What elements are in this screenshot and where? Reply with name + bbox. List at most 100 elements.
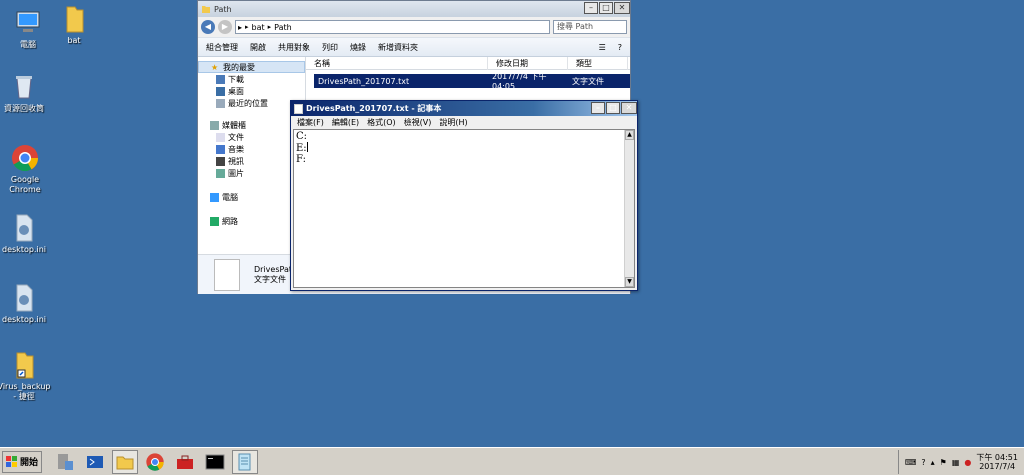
window-title: DrivesPath_201707.txt - 記事本	[306, 104, 442, 113]
column-modified[interactable]: 修改日期	[488, 56, 568, 70]
text-line-caret: E:	[296, 142, 632, 154]
folder-shortcut-icon	[16, 352, 34, 379]
minimize-button[interactable]: –	[591, 101, 605, 114]
help-icon[interactable]: ?	[618, 43, 622, 52]
server-manager-icon	[58, 453, 74, 470]
nav-recent[interactable]: 最近的位置	[198, 97, 305, 109]
help-icon[interactable]: ?	[921, 458, 925, 467]
clock-time: 下午 04:51	[976, 453, 1018, 462]
desktop-icon-desktop-ini-2[interactable]: desktop.ini	[0, 283, 52, 325]
column-name[interactable]: 名稱	[306, 56, 488, 70]
music-icon	[216, 144, 225, 154]
desktop-icon-label: 資源回收筒	[4, 104, 44, 113]
breadcrumb-bat[interactable]: bat	[252, 23, 265, 32]
taskbar-notepad[interactable]	[232, 449, 259, 474]
flag-icon[interactable]: ⚑	[940, 458, 947, 467]
nav-downloads[interactable]: 下載	[198, 73, 305, 85]
desktop-icon-chrome[interactable]: Google Chrome	[0, 143, 53, 195]
file-type: 文字文件	[572, 76, 604, 86]
search-input[interactable]: 搜尋 Path	[553, 20, 627, 34]
documents-icon	[216, 132, 225, 142]
clock[interactable]: 下午 04:51 2017/7/4	[976, 453, 1018, 471]
network-tray-icon[interactable]: ▦	[952, 458, 960, 467]
menu-file[interactable]: 檔案(F)	[297, 117, 324, 128]
taskbar-server-manager[interactable]	[52, 450, 78, 474]
recent-places-icon	[216, 98, 225, 108]
start-label: 開始	[20, 458, 39, 468]
system-tray: ⌨ ? ▴ ⚑ ▦ ● 下午 04:51 2017/7/4	[897, 450, 1024, 474]
start-button[interactable]: 開始	[2, 450, 43, 473]
breadcrumb-path[interactable]: Path	[274, 23, 292, 32]
star-icon: ★	[211, 62, 219, 72]
nav-favorites[interactable]: ★ 我的最愛	[198, 61, 305, 73]
powershell-icon	[87, 455, 104, 468]
menu-help[interactable]: 說明(H)	[439, 117, 467, 128]
back-button[interactable]: ◀	[201, 20, 215, 34]
nav-computer[interactable]: 電腦	[198, 191, 305, 203]
taskbar-explorer[interactable]	[112, 449, 139, 474]
desktop-icon-label: Google Chrome	[9, 175, 41, 194]
menu-bar: 檔案(F) 編輯(E) 格式(O) 檢視(V) 說明(H)	[291, 116, 637, 129]
open-button[interactable]: 開啟	[250, 42, 266, 53]
menu-view[interactable]: 檢視(V)	[404, 117, 432, 128]
text-line: F:	[296, 154, 306, 165]
notepad-icon	[238, 453, 251, 470]
desktop-icon-virus-backup-shortcut[interactable]: Virus_backup - 捷徑	[0, 350, 52, 402]
maximize-button[interactable]: □	[606, 101, 620, 114]
nav-desktop[interactable]: 桌面	[198, 85, 305, 97]
close-button[interactable]: ✕	[621, 101, 637, 114]
folder-icon	[202, 6, 210, 13]
desktop-icon-desktop-ini-1[interactable]: desktop.ini	[0, 213, 52, 255]
nav-documents[interactable]: 文件	[198, 131, 305, 143]
forward-button[interactable]: ▶	[218, 20, 232, 34]
nav-libraries[interactable]: 媒體櫃	[198, 119, 305, 131]
computer-icon	[210, 192, 219, 202]
print-button[interactable]: 列印	[322, 42, 338, 53]
nav-network[interactable]: 網路	[198, 215, 305, 227]
desktop-icon-bat[interactable]: bat	[46, 4, 102, 46]
text-editor[interactable]: C: E: F: ▲ ▼	[293, 129, 635, 288]
scroll-up-icon[interactable]: ▲	[625, 130, 634, 140]
file-name: DrivesPath_201707.txt	[318, 76, 410, 86]
scroll-down-icon[interactable]: ▼	[625, 277, 634, 287]
desktop-icon-recycle-bin[interactable]: 資源回收筒	[0, 72, 52, 114]
desktop-icon	[216, 86, 225, 96]
menu-edit[interactable]: 編輯(E)	[332, 117, 359, 128]
recycle-bin-icon	[16, 76, 32, 99]
taskbar-chrome[interactable]	[142, 450, 168, 474]
nav-videos[interactable]: 視訊	[198, 155, 305, 167]
organize-button[interactable]: 組合管理	[206, 42, 238, 53]
settings-file-icon	[16, 214, 33, 242]
desktop-icon-label: Virus_backup - 捷徑	[0, 382, 51, 401]
menu-format[interactable]: 格式(O)	[367, 117, 396, 128]
taskbar-toolbox[interactable]	[172, 450, 198, 474]
explorer-titlebar[interactable]: Path – □ ✕	[198, 1, 630, 17]
windows-logo-icon	[6, 455, 17, 467]
address-bar[interactable]: ▸ ▸ bat ▸ Path	[235, 20, 550, 34]
chevron-right-icon: ▸	[245, 23, 249, 31]
maximize-button[interactable]: □	[599, 2, 613, 14]
close-button[interactable]: ✕	[614, 2, 630, 14]
taskbar-cmd[interactable]	[202, 450, 228, 474]
text-line: C:	[296, 131, 308, 142]
text-line: E:	[296, 143, 307, 154]
file-row[interactable]: DrivesPath_201707.txt 2017/7/4 下午 04:05 …	[314, 72, 630, 91]
column-type[interactable]: 類型	[568, 56, 628, 70]
nav-music[interactable]: 音樂	[198, 143, 305, 155]
show-hidden-icon[interactable]: ▴	[931, 458, 935, 467]
keyboard-icon[interactable]: ⌨	[905, 458, 917, 467]
clock-date: 2017/7/4	[979, 462, 1016, 471]
notepad-titlebar[interactable]: DrivesPath_201707.txt - 記事本 – □ ✕	[291, 101, 637, 116]
security-icon[interactable]: ●	[964, 458, 971, 467]
share-button[interactable]: 共用對象	[278, 42, 310, 53]
minimize-button[interactable]: –	[584, 2, 598, 14]
pictures-icon	[216, 168, 225, 178]
notepad-window[interactable]: DrivesPath_201707.txt - 記事本 – □ ✕ 檔案(F) …	[290, 100, 638, 291]
new-folder-button[interactable]: 新增資料夾	[378, 42, 418, 53]
command-prompt-icon	[205, 454, 225, 469]
view-options-icon[interactable]: ☰	[599, 43, 606, 52]
burn-button[interactable]: 燒錄	[350, 42, 366, 53]
vertical-scrollbar[interactable]: ▲ ▼	[624, 130, 634, 287]
taskbar-powershell[interactable]	[82, 450, 108, 474]
nav-pictures[interactable]: 圖片	[198, 167, 305, 179]
